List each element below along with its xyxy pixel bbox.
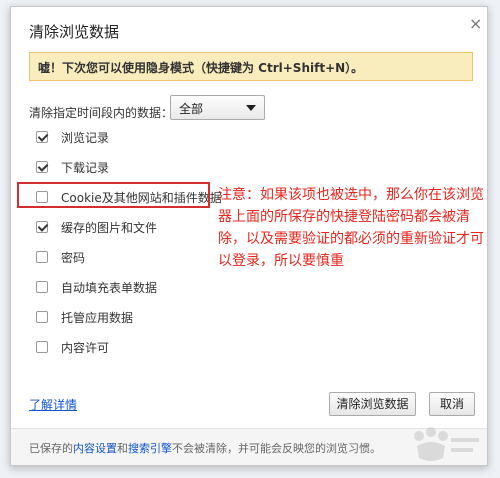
option-label: 缓存的图片和文件 [61,220,158,235]
option-passwords[interactable]: 密码 [36,248,85,266]
option-hosted-app-data[interactable]: 托管应用数据 [36,308,133,326]
checkbox[interactable] [36,251,48,263]
checkbox[interactable] [36,311,48,323]
incognito-tip-banner: 嘘！下次您可以使用隐身模式（快捷键为 Ctrl+Shift+N）。 [29,52,473,81]
cookie-option-highlight [17,182,210,208]
time-range-label: 清除指定时间段内的数据： [29,106,174,120]
option-label: 浏览记录 [61,130,110,145]
watermark-logo-icon [414,427,479,461]
dropdown-arrow-icon [246,105,256,111]
option-browsing-history[interactable]: 浏览记录 [36,128,109,146]
option-download-history[interactable]: 下载记录 [36,158,109,176]
time-range-select[interactable]: 全部 [170,95,265,120]
learn-more-link[interactable]: 了解详情 [29,396,77,413]
footer-middle: 和 [117,442,128,455]
content-settings-link[interactable]: 内容设置 [73,442,117,455]
cancel-button[interactable]: 取消 [429,392,475,416]
annotation-note: 注意：如果该项也被选中，那么你在该浏览器上面的所保存的快捷登陆密码都会被清除，以… [218,187,484,269]
option-label: 下载记录 [61,160,110,175]
option-label: 托管应用数据 [61,310,134,325]
time-range-value: 全部 [179,102,204,116]
checkbox[interactable] [36,341,48,353]
close-icon[interactable]: × [469,16,482,32]
search-engines-link[interactable]: 搜索引擎 [128,442,172,455]
footer-suffix: 不会被清除，并可能会反映您的浏览习惯。 [172,442,381,455]
option-label: 内容许可 [61,340,110,355]
dialog-title: 清除浏览数据 [29,23,120,41]
clear-browsing-data-button[interactable]: 清除浏览数据 [329,392,416,416]
option-cached-images[interactable]: 缓存的图片和文件 [36,218,157,236]
checkbox[interactable] [36,281,48,293]
option-label: 密码 [61,250,86,265]
option-label: 自动填充表单数据 [61,280,158,295]
option-autofill[interactable]: 自动填充表单数据 [36,278,157,296]
option-content-licenses[interactable]: 内容许可 [36,338,109,356]
checkbox[interactable] [36,131,48,143]
checkbox[interactable] [36,221,48,233]
checkbox[interactable] [36,161,48,173]
footer-prefix: 已保存的 [29,442,73,455]
